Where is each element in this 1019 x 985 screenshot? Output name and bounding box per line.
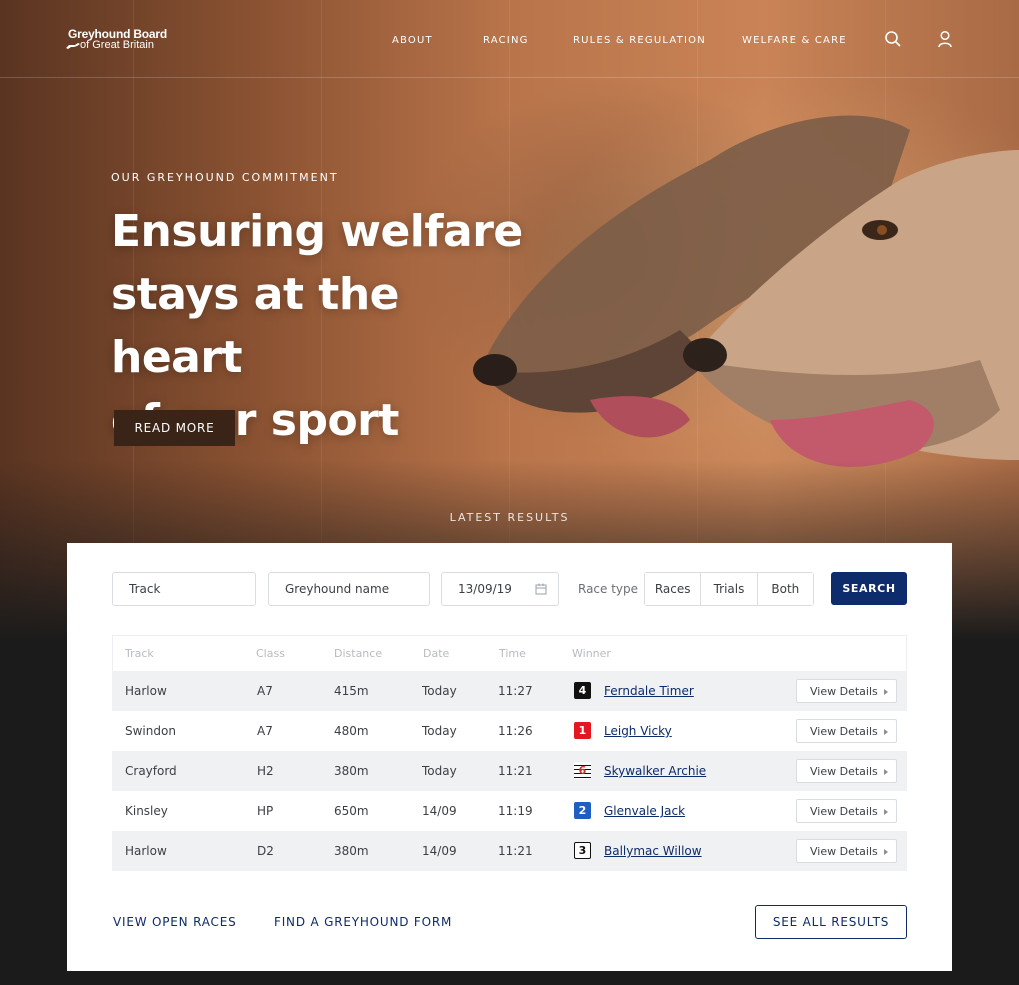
site-header: Greyhound Board of Great Britain ABOUT R… <box>0 0 1019 78</box>
hero-eyebrow: OUR GREYHOUND COMMITMENT <box>111 171 339 184</box>
hero-headline-line-1: Ensuring welfare <box>111 206 523 257</box>
view-details-button[interactable]: View Details <box>796 759 897 783</box>
trap-badge: 6 <box>574 762 591 779</box>
race-type-label: Race type <box>578 582 639 596</box>
cell-class: A7 <box>257 684 273 698</box>
user-icon[interactable] <box>936 30 954 48</box>
winner-link[interactable]: Ballymac Willow <box>604 844 702 858</box>
caret-right-icon <box>884 769 888 775</box>
view-details-label: View Details <box>810 844 878 858</box>
cell-track: Kinsley <box>125 804 168 818</box>
table-header: Track Class Distance Date Time Winner <box>112 635 907 671</box>
read-more-button[interactable]: READ MORE <box>114 410 235 446</box>
search-button[interactable]: SEARCH <box>831 572 907 605</box>
view-details-button[interactable]: View Details <box>796 679 897 703</box>
cell-distance: 480m <box>334 724 369 738</box>
trap-badge: 3 <box>574 842 591 859</box>
search-icon[interactable] <box>884 30 902 48</box>
cell-date: Today <box>422 764 457 778</box>
cell-track: Crayford <box>125 764 177 778</box>
race-type-races[interactable]: Races <box>645 573 702 605</box>
find-greyhound-form-link[interactable]: FIND A GREYHOUND FORM <box>274 915 452 929</box>
results-card: 13/09/19 Race type Races Trials Both SEA… <box>67 543 952 971</box>
view-details-label: View Details <box>810 684 878 698</box>
see-all-results-button[interactable]: SEE ALL RESULTS <box>755 905 907 939</box>
cell-distance: 415m <box>334 684 369 698</box>
cell-track: Harlow <box>125 684 167 698</box>
cell-class: HP <box>257 804 274 818</box>
column-distance: Distance <box>334 647 383 660</box>
table-row: Kinsley HP 650m 14/09 11:19 2 Glenvale J… <box>112 791 907 831</box>
winner-link[interactable]: Leigh Vicky <box>604 724 672 738</box>
caret-right-icon <box>884 809 888 815</box>
column-time: Time <box>499 647 526 660</box>
view-details-label: View Details <box>810 804 878 818</box>
winner-link[interactable]: Skywalker Archie <box>604 764 706 778</box>
cell-distance: 380m <box>334 844 369 858</box>
table-row: Harlow D2 380m 14/09 11:21 3 Ballymac Wi… <box>112 831 907 871</box>
cell-date: 14/09 <box>422 804 457 818</box>
caret-right-icon <box>884 729 888 735</box>
greyhound-name-field[interactable] <box>268 572 430 606</box>
brand-line-2: of Great Britain <box>66 39 167 51</box>
column-winner: Winner <box>572 647 611 660</box>
caret-right-icon <box>884 849 888 855</box>
race-type-toggle: Races Trials Both <box>644 572 814 606</box>
nav-welfare-care[interactable]: WELFARE & CARE <box>742 35 847 46</box>
hero-headline-line-2: stays at the heart <box>111 269 400 383</box>
race-type-trials[interactable]: Trials <box>701 573 758 605</box>
column-track: Track <box>125 647 154 660</box>
date-field[interactable]: 13/09/19 <box>441 572 559 606</box>
cell-time: 11:27 <box>498 684 533 698</box>
view-details-button[interactable]: View Details <box>796 839 897 863</box>
cell-class: A7 <box>257 724 273 738</box>
column-class: Class <box>256 647 285 660</box>
cell-date: Today <box>422 724 457 738</box>
caret-right-icon <box>884 689 888 695</box>
track-input[interactable] <box>129 573 255 605</box>
winner-link[interactable]: Ferndale Timer <box>604 684 694 698</box>
table-row: Swindon A7 480m Today 11:26 1 Leigh Vick… <box>112 711 907 751</box>
cell-track: Harlow <box>125 844 167 858</box>
track-field[interactable] <box>112 572 256 606</box>
trap-badge: 2 <box>574 802 591 819</box>
view-open-races-link[interactable]: VIEW OPEN RACES <box>113 915 237 929</box>
cell-track: Swindon <box>125 724 176 738</box>
column-date: Date <box>423 647 450 660</box>
cell-date: 14/09 <box>422 844 457 858</box>
view-details-button[interactable]: View Details <box>796 719 897 743</box>
table-row: Crayford H2 380m Today 11:21 6 Skywalker… <box>112 751 907 791</box>
view-details-label: View Details <box>810 764 878 778</box>
winner-link[interactable]: Glenvale Jack <box>604 804 685 818</box>
trap-badge: 4 <box>574 682 591 699</box>
race-type-both[interactable]: Both <box>757 573 813 605</box>
calendar-icon[interactable] <box>535 583 547 595</box>
brand-line-2-text: of Great Britain <box>80 39 154 51</box>
cell-class: H2 <box>257 764 274 778</box>
brand-logo[interactable]: Greyhound Board of Great Britain <box>66 28 167 51</box>
nav-racing[interactable]: RACING <box>483 35 529 46</box>
greyhound-logo-icon <box>66 43 80 49</box>
cell-class: D2 <box>257 844 274 858</box>
cell-date: Today <box>422 684 457 698</box>
greyhound-name-input[interactable] <box>285 573 429 605</box>
cell-time: 11:26 <box>498 724 533 738</box>
latest-results-label: LATEST RESULTS <box>449 511 570 524</box>
table-row: Harlow A7 415m Today 11:27 4 Ferndale Ti… <box>112 671 907 711</box>
cell-distance: 650m <box>334 804 369 818</box>
cell-time: 11:21 <box>498 844 533 858</box>
view-details-button[interactable]: View Details <box>796 799 897 823</box>
cell-distance: 380m <box>334 764 369 778</box>
cell-time: 11:19 <box>498 804 533 818</box>
results-table: Track Class Distance Date Time Winner Ha… <box>112 635 907 871</box>
trap-badge: 1 <box>574 722 591 739</box>
view-details-label: View Details <box>810 724 878 738</box>
cell-time: 11:21 <box>498 764 533 778</box>
nav-about[interactable]: ABOUT <box>392 35 433 46</box>
date-value: 13/09/19 <box>458 582 512 596</box>
nav-rules-regulation[interactable]: RULES & REGULATION <box>573 35 706 46</box>
